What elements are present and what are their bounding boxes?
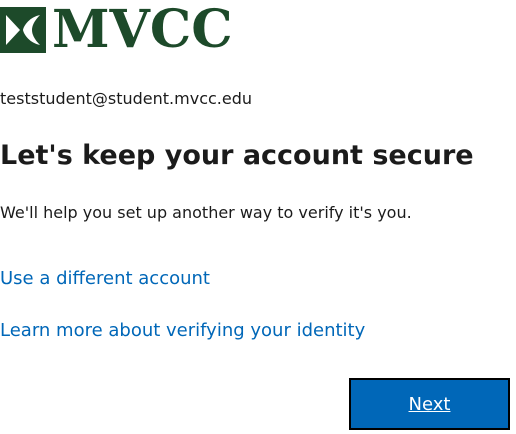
next-button[interactable]: Next	[349, 378, 510, 430]
learn-more-link[interactable]: Learn more about verifying your identity	[0, 318, 365, 344]
logo-text: MVCC	[52, 0, 233, 60]
mvcc-logo: MVCC	[0, 4, 233, 56]
page-description: We'll help you set up another way to ver…	[0, 203, 412, 222]
account-email: teststudent@student.mvcc.edu	[0, 89, 253, 108]
mvcc-leaf-logo-icon	[0, 7, 46, 53]
use-different-account-link[interactable]: Use a different account	[0, 266, 210, 292]
page-title: Let's keep your account secure	[0, 140, 474, 171]
